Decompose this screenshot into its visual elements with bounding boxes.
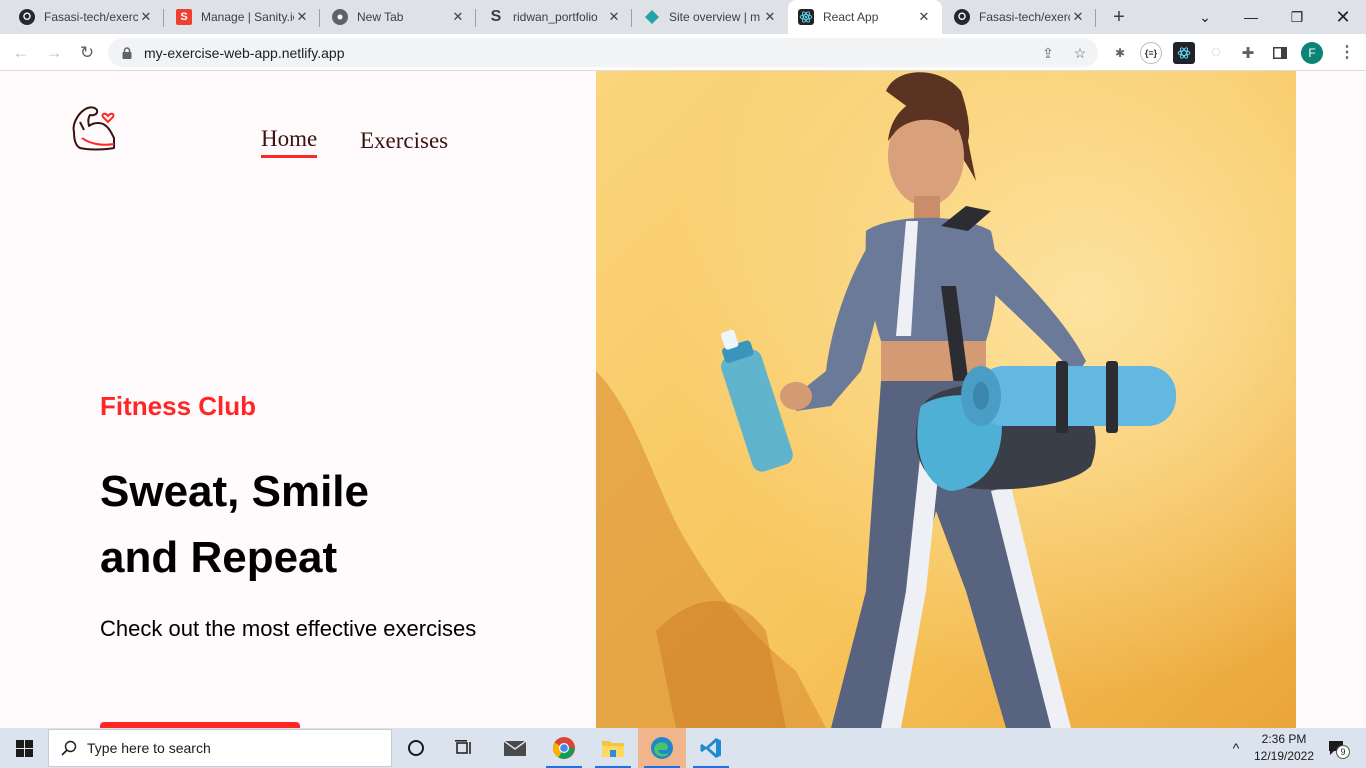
bookmark-star-icon[interactable]: ☆	[1070, 43, 1090, 63]
close-tab-icon[interactable]: ✕	[762, 9, 778, 25]
search-icon	[61, 740, 77, 756]
menu-kebab-icon[interactable]: ⋮	[1338, 42, 1356, 64]
system-clock[interactable]: 2:36 PM 12/19/2022	[1246, 731, 1322, 765]
reload-icon[interactable]: ↻	[75, 41, 99, 65]
clock-time: 2:36 PM	[1261, 732, 1307, 746]
tab-title: Fasasi-tech/exerc	[979, 10, 1070, 24]
new-tab-button[interactable]: +	[1108, 6, 1130, 28]
browser-tab[interactable]: Fasasi-tech/exerc ✕	[942, 0, 1096, 34]
tab-title: Fasasi-tech/exerc	[44, 10, 138, 24]
browser-tab[interactable]: Site overview | m ✕	[632, 0, 788, 34]
hero-headline: Sweat, Smile and Repeat	[100, 459, 369, 591]
github-icon	[19, 9, 35, 25]
tab-separator	[1095, 9, 1096, 27]
close-tab-icon[interactable]: ✕	[294, 9, 310, 25]
tab-title: New Tab	[357, 10, 404, 24]
netlify-icon	[644, 9, 660, 25]
puzzle-extensions-icon[interactable]: ✚	[1237, 42, 1259, 64]
close-tab-icon[interactable]: ✕	[450, 9, 466, 25]
minimize-button[interactable]: —	[1228, 0, 1274, 34]
close-tab-icon[interactable]: ✕	[138, 9, 154, 25]
close-tab-icon[interactable]: ✕	[1070, 9, 1086, 25]
github-icon	[954, 9, 970, 25]
close-tab-icon[interactable]: ✕	[606, 9, 622, 25]
browser-toolbar: ← → ↻ my-exercise-web-app.netlify.app ⇪ …	[0, 34, 1366, 71]
share-icon[interactable]: ⇪	[1038, 43, 1058, 63]
restore-button[interactable]: ❐	[1274, 0, 1320, 34]
bug-extension-icon[interactable]: ✱	[1109, 42, 1131, 64]
vscode-icon[interactable]	[687, 728, 735, 768]
tab-title: ridwan_portfolio	[513, 10, 598, 24]
sanity-s-icon: S	[490, 8, 502, 25]
tab-title: Site overview | m	[669, 10, 761, 24]
mail-icon[interactable]	[491, 728, 539, 768]
notification-center-icon[interactable]: 9	[1322, 728, 1352, 768]
url-text: my-exercise-web-app.netlify.app	[144, 44, 345, 61]
search-placeholder: Type here to search	[87, 740, 211, 756]
taskbar-search-box[interactable]: Type here to search	[48, 729, 392, 767]
address-bar[interactable]: my-exercise-web-app.netlify.app ⇪ ☆	[108, 38, 1098, 67]
cortana-circle-icon[interactable]	[392, 728, 440, 768]
notification-count-badge: 9	[1336, 745, 1350, 759]
hero-banner-image	[596, 71, 1296, 728]
hero-headline-line2: and Repeat	[100, 533, 338, 582]
forward-arrow-icon[interactable]: →	[42, 41, 66, 65]
flexed-arm-logo-icon[interactable]	[68, 102, 120, 152]
react-icon	[798, 9, 814, 25]
file-explorer-icon[interactable]	[589, 728, 637, 768]
side-panel-icon[interactable]	[1269, 42, 1291, 64]
hero-headline-line1: Sweat, Smile	[100, 467, 370, 516]
clock-date: 12/19/2022	[1253, 749, 1315, 763]
lock-icon[interactable]	[120, 46, 134, 60]
tab-title: Manage | Sanity.io	[201, 10, 294, 24]
tab-title: React App	[823, 10, 879, 24]
json-extension-icon[interactable]: {≡}	[1140, 42, 1162, 64]
windows-start-icon[interactable]	[0, 728, 48, 768]
show-hidden-icons-chevron-icon[interactable]: ^	[1226, 728, 1246, 768]
close-tab-icon[interactable]: ✕	[916, 9, 932, 25]
windows-taskbar: Type here to search ^ 2:36 PM 12/19/2022…	[0, 728, 1366, 768]
edge-icon[interactable]	[638, 728, 686, 768]
browser-tab[interactable]: New Tab ✕	[320, 0, 476, 34]
browser-tab-active[interactable]: React App ✕	[788, 0, 942, 34]
tab-search-chevron-icon[interactable]: ⌄	[1182, 0, 1228, 34]
profile-avatar[interactable]: F	[1301, 42, 1323, 64]
browser-tab-strip: Fasasi-tech/exerc ✕ S Manage | Sanity.io…	[0, 0, 1366, 34]
sanity-icon: S	[176, 9, 192, 25]
nav-link-home[interactable]: Home	[261, 126, 318, 158]
hero-eyebrow: Fitness Club	[100, 391, 257, 421]
nav-link-exercises[interactable]: Exercises	[360, 128, 448, 154]
chrome-icon	[332, 9, 348, 25]
browser-tab[interactable]: Fasasi-tech/exerc ✕	[0, 0, 164, 34]
task-view-icon[interactable]	[440, 728, 488, 768]
hero-subtitle: Check out the most effective exercises	[100, 616, 477, 641]
close-window-button[interactable]: ✕	[1320, 0, 1366, 34]
chrome-taskbar-icon[interactable]	[540, 728, 588, 768]
extension-circle-icon[interactable]: ◌	[1205, 42, 1227, 64]
browser-tab[interactable]: S Manage | Sanity.io ✕	[164, 0, 320, 34]
react-devtools-icon[interactable]	[1173, 42, 1195, 64]
browser-tab[interactable]: S ridwan_portfolio ✕	[476, 0, 632, 34]
webpage: Home Exercises Fitness Club Sweat, Smile…	[0, 71, 1366, 728]
back-arrow-icon[interactable]: ←	[9, 41, 33, 65]
